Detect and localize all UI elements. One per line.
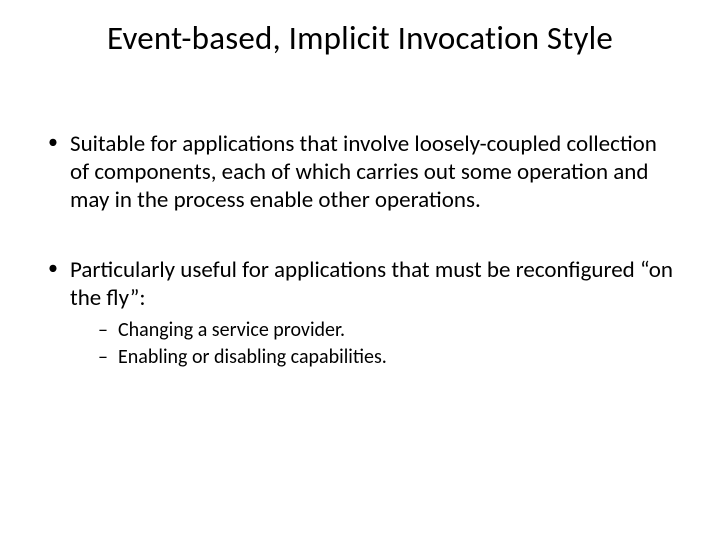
sub-bullet-item: Enabling or disabling capabilities.	[98, 345, 676, 370]
slide-body: Suitable for applications that involve l…	[46, 130, 676, 412]
slide-title: Event-based, Implicit Invocation Style	[0, 18, 720, 58]
bullet-text: Suitable for applications that involve l…	[70, 130, 657, 214]
bullet-text: Particularly useful for applications tha…	[70, 256, 673, 312]
bullet-item: Suitable for applications that involve l…	[46, 130, 676, 214]
bullet-item: Particularly useful for applications tha…	[46, 256, 676, 370]
sub-bullet-text: Enabling or disabling capabilities.	[118, 345, 387, 369]
sub-bullet-text: Changing a service provider.	[118, 318, 345, 342]
sub-bullet-item: Changing a service provider.	[98, 318, 676, 343]
slide: Event-based, Implicit Invocation Style S…	[0, 0, 720, 540]
sub-bullet-list: Changing a service provider. Enabling or…	[70, 318, 676, 370]
bullet-list: Suitable for applications that involve l…	[46, 130, 676, 370]
